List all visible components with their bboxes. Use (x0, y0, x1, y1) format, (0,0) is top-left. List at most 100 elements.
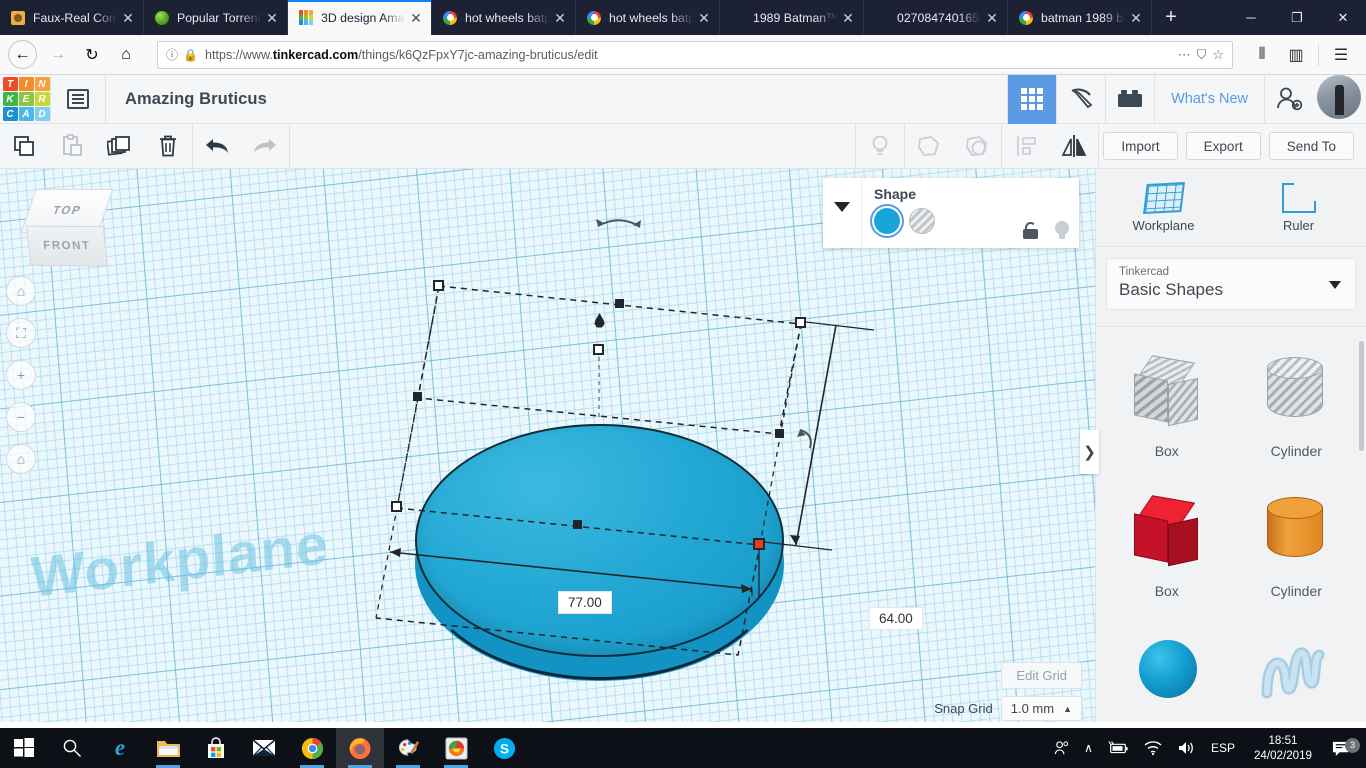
firefox-icon[interactable] (336, 728, 384, 768)
wifi-icon[interactable] (1136, 740, 1170, 756)
photos-icon[interactable] (432, 728, 480, 768)
edit-grid-button[interactable]: Edit Grid (1001, 662, 1082, 689)
browser-tab[interactable]: batman 1989 ba ✕ (1008, 0, 1152, 35)
corner-handle-bl[interactable] (391, 501, 402, 512)
mail-icon[interactable] (240, 728, 288, 768)
browser-tab-active[interactable]: 3D design Amaz ✕ (288, 0, 432, 35)
close-icon[interactable]: ✕ (407, 11, 425, 25)
view-cube[interactable]: TOP FRONT (18, 185, 122, 281)
mirror-icon[interactable] (1050, 124, 1098, 169)
unlocked-padlock-icon[interactable] (1023, 222, 1038, 239)
lightbulb-icon[interactable] (1055, 221, 1069, 239)
3d-canvas[interactable]: Workplane (0, 169, 1095, 722)
snap-grid-select[interactable]: 1.0 mm ▲ (1001, 696, 1082, 721)
shape-item-orange-cylinder[interactable]: Cylinder (1232, 475, 1362, 615)
minecraft-pickaxe-icon[interactable] (1056, 75, 1105, 124)
height-handle[interactable] (593, 344, 604, 355)
site-info-icon[interactable]: ⓘ (166, 46, 178, 63)
shape-item-hole-box[interactable]: Box (1102, 335, 1232, 475)
forward-button[interactable]: → (41, 40, 75, 70)
shape-inspector-panel[interactable]: Shape (823, 178, 1079, 248)
back-button[interactable]: ← (8, 40, 37, 69)
avatar[interactable] (1317, 75, 1361, 119)
chevron-up-icon[interactable]: ∧ (1077, 741, 1100, 755)
tinkercad-logo[interactable]: TINKERCAD (2, 77, 50, 122)
close-icon[interactable]: ✕ (119, 11, 137, 25)
trash-icon[interactable] (144, 124, 192, 169)
microsoft-store-icon[interactable] (192, 728, 240, 768)
close-icon[interactable]: ✕ (839, 11, 857, 25)
reload-button[interactable]: ↻ (75, 40, 109, 70)
gallery-scrollbar[interactable] (1359, 341, 1364, 451)
import-button[interactable]: Import (1103, 132, 1177, 160)
shape-item-scribble[interactable]: Scribble (1232, 615, 1362, 722)
edge-handle-left[interactable] (413, 392, 422, 401)
perspective-toggle-button[interactable]: ⌂ (6, 444, 36, 474)
home-button[interactable]: ⌂ (109, 40, 143, 70)
library-icon[interactable]: ⦀ (1245, 40, 1279, 70)
home-view-button[interactable]: ⌂ (6, 276, 36, 306)
group-shapes-icon[interactable] (905, 124, 953, 169)
send-to-button[interactable]: Send To (1269, 132, 1354, 160)
ruler-tool[interactable]: Ruler (1231, 169, 1366, 246)
volume-icon[interactable] (1170, 740, 1204, 756)
grid-apps-icon[interactable] (1007, 75, 1056, 124)
browser-menu-icon[interactable]: ☰ (1324, 40, 1358, 70)
design-menu-button[interactable] (51, 75, 105, 124)
fit-to-view-button[interactable]: ⛶ (6, 318, 36, 348)
close-icon[interactable]: ✕ (1127, 11, 1145, 25)
chrome-icon[interactable] (288, 728, 336, 768)
battery-icon[interactable] (1100, 741, 1136, 755)
browser-tab[interactable]: 027084740165.jpg (J ✕ (864, 0, 1008, 35)
corner-handle-tr[interactable] (795, 317, 806, 328)
edge-handle-top[interactable] (615, 299, 624, 308)
redo-arrow-icon[interactable] (241, 124, 289, 169)
shape-item-sphere[interactable]: Sphere (1102, 615, 1232, 722)
zoom-out-button[interactable]: − (6, 402, 36, 432)
bookmark-star-icon[interactable]: ☆ (1212, 47, 1224, 63)
add-person-icon[interactable] (1264, 75, 1313, 124)
shape-panel-collapse[interactable] (823, 178, 861, 248)
shape-item-red-box[interactable]: Box (1102, 475, 1232, 615)
workplane-tool[interactable]: Workplane (1096, 169, 1231, 246)
close-icon[interactable]: ✕ (695, 11, 713, 25)
file-explorer-icon[interactable] (144, 728, 192, 768)
language-indicator[interactable]: ESP (1204, 741, 1242, 755)
shape-item-hole-cylinder[interactable]: Cylinder (1232, 335, 1362, 475)
people-icon[interactable] (1046, 740, 1077, 757)
export-button[interactable]: Export (1186, 132, 1261, 160)
whats-new-link[interactable]: What's New (1154, 75, 1264, 124)
corner-handle-active[interactable] (753, 538, 765, 550)
shape-library-select[interactable]: Tinkercad Basic Shapes (1106, 258, 1356, 310)
url-bar[interactable]: ⓘ 🔒 https://www.tinkercad.com/things/k6Q… (157, 41, 1233, 69)
dimension-depth-label[interactable]: 64.00 (869, 607, 923, 630)
start-button[interactable] (0, 728, 48, 768)
browser-tab[interactable]: 1989 Batman™ Mov ✕ (720, 0, 864, 35)
view-cube-front-face[interactable]: FRONT (26, 226, 108, 267)
duplicate-icon[interactable] (96, 124, 144, 169)
panel-collapse-toggle[interactable]: ❯ (1080, 430, 1099, 474)
page-actions-icon[interactable]: ⋯ (1178, 47, 1191, 63)
shape-gallery[interactable]: Box Cylinder B (1096, 326, 1366, 722)
edge-handle-bottom[interactable] (573, 520, 582, 529)
search-icon[interactable] (48, 728, 96, 768)
close-icon[interactable]: ✕ (551, 11, 569, 25)
browser-tab[interactable]: hot wheels batp ✕ (432, 0, 576, 35)
minimize-button[interactable]: ─ (1228, 0, 1274, 35)
edge-handle-right[interactable] (775, 429, 784, 438)
zoom-in-button[interactable]: + (6, 360, 36, 390)
skype-icon[interactable]: S (480, 728, 528, 768)
browser-tab[interactable]: Popular Torrent ✕ (144, 0, 288, 35)
lightbulb-icon[interactable] (856, 124, 904, 169)
hole-swatch[interactable] (909, 208, 935, 234)
close-icon[interactable]: ✕ (983, 11, 1001, 25)
new-tab-button[interactable]: + (1152, 0, 1190, 35)
align-icon[interactable] (1002, 124, 1050, 169)
ungroup-shapes-icon[interactable] (953, 124, 1001, 169)
sidebar-icon[interactable]: ▥ (1279, 40, 1313, 70)
solid-swatch[interactable] (874, 208, 900, 234)
browser-tab[interactable]: Faux-Real Conte ✕ (0, 0, 144, 35)
clock[interactable]: 18:51 24/02/2019 (1242, 733, 1324, 763)
undo-arrow-icon[interactable] (193, 124, 241, 169)
paste-icon[interactable] (48, 124, 96, 169)
